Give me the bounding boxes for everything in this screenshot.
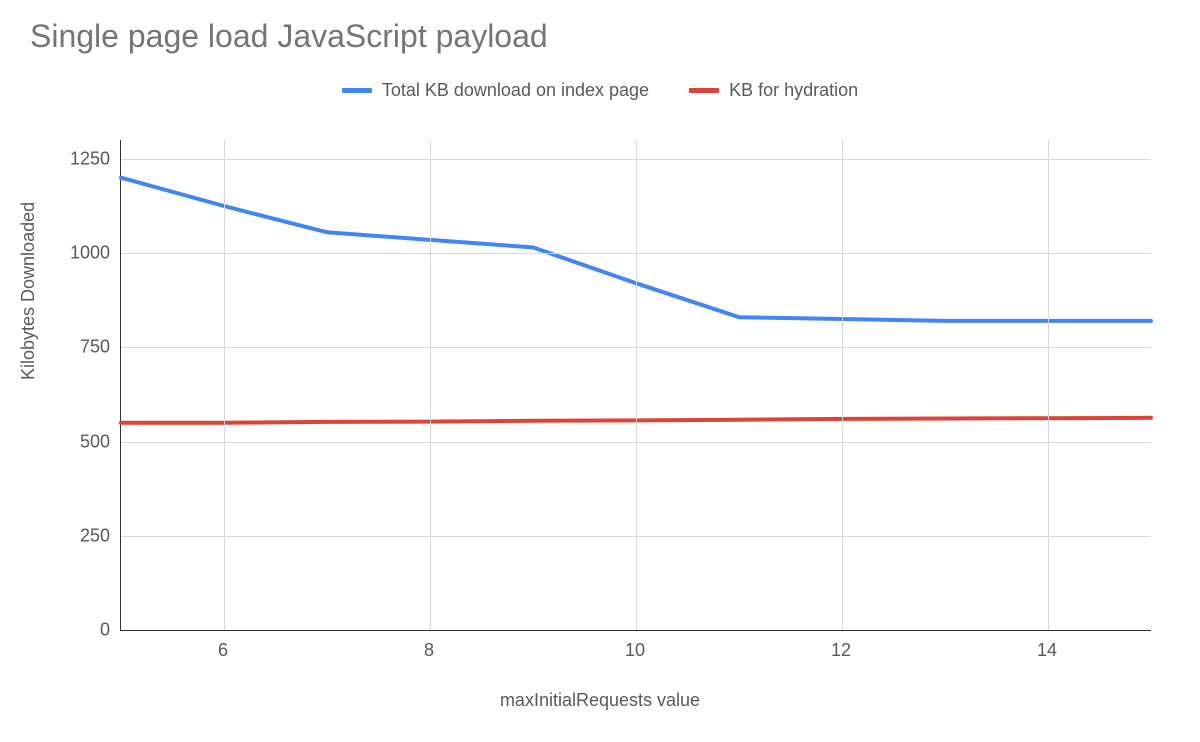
y-tick: 250 bbox=[50, 525, 110, 546]
x-axis-label: maxInitialRequests value bbox=[0, 690, 1200, 711]
plot-area bbox=[120, 140, 1151, 631]
gridline-v bbox=[430, 140, 431, 630]
x-tick: 6 bbox=[218, 640, 228, 661]
legend-label-series1: Total KB download on index page bbox=[382, 80, 649, 101]
legend-item-series2: KB for hydration bbox=[689, 80, 858, 101]
gridline-v bbox=[1048, 140, 1049, 630]
y-tick: 1000 bbox=[50, 243, 110, 264]
y-tick: 0 bbox=[50, 620, 110, 641]
chart-title: Single page load JavaScript payload bbox=[30, 18, 548, 55]
y-axis-label: Kilobytes Downloaded bbox=[18, 202, 39, 380]
y-tick: 500 bbox=[50, 431, 110, 452]
x-tick: 8 bbox=[424, 640, 434, 661]
legend: Total KB download on index page KB for h… bbox=[0, 80, 1200, 101]
gridline-v bbox=[224, 140, 225, 630]
x-tick: 12 bbox=[831, 640, 851, 661]
x-tick: 10 bbox=[625, 640, 645, 661]
x-tick: 14 bbox=[1037, 640, 1057, 661]
legend-label-series2: KB for hydration bbox=[729, 80, 858, 101]
legend-swatch-red bbox=[689, 88, 719, 93]
legend-item-series1: Total KB download on index page bbox=[342, 80, 649, 101]
chart-container: Single page load JavaScript payload Tota… bbox=[0, 0, 1200, 742]
gridline-v bbox=[636, 140, 637, 630]
y-tick: 1250 bbox=[50, 148, 110, 169]
y-tick: 750 bbox=[50, 337, 110, 358]
legend-swatch-blue bbox=[342, 88, 372, 93]
gridline-v bbox=[842, 140, 843, 630]
